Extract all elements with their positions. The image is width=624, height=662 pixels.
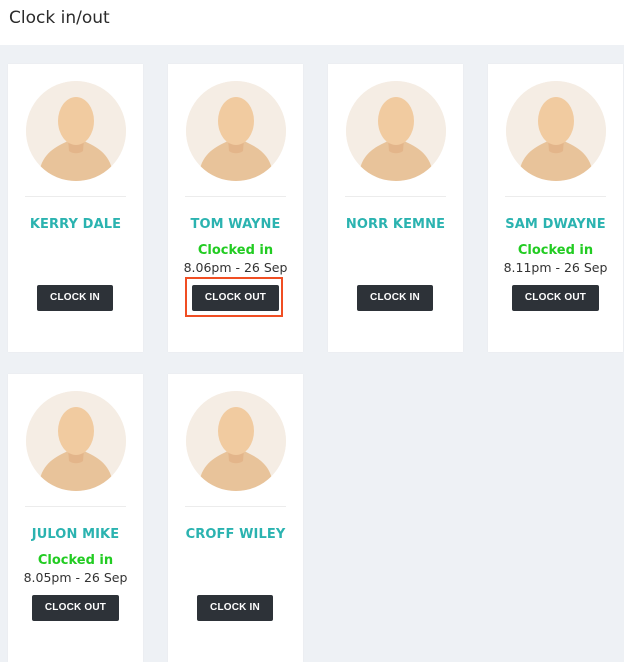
employee-card: SAM DWAYNE Clocked in 8.11pm - 26 Sep CL… [488, 64, 623, 352]
user-silhouette-icon [26, 81, 126, 181]
user-silhouette-icon [346, 81, 446, 181]
user-silhouette-icon [186, 81, 286, 181]
clock-out-button[interactable]: CLOCK OUT [512, 285, 599, 311]
divider [185, 196, 286, 197]
employee-name: SAM DWAYNE [505, 217, 606, 232]
clock-status: Clocked in [197, 243, 274, 258]
avatar [346, 81, 446, 181]
avatar [506, 81, 606, 181]
clock-in-button[interactable]: CLOCK IN [197, 595, 273, 621]
employee-name: JULON MIKE [31, 527, 120, 542]
clock-time: 8.11pm - 26 Sep [503, 260, 608, 275]
clock-out-button[interactable]: CLOCK OUT [192, 285, 279, 311]
clock-time: 8.06pm - 26 Sep [183, 260, 288, 275]
page-title: Clock in/out [9, 8, 110, 28]
employee-card: TOM WAYNE Clocked in 8.06pm - 26 Sep CLO… [168, 64, 303, 352]
page-header: Clock in/out [0, 0, 624, 45]
employee-name: NORR KEMNE [345, 217, 446, 232]
divider [345, 196, 446, 197]
divider [25, 196, 126, 197]
divider [505, 196, 606, 197]
user-silhouette-icon [186, 391, 286, 491]
avatar [26, 81, 126, 181]
clock-in-button[interactable]: CLOCK IN [37, 285, 113, 311]
clock-status: Clocked in [37, 553, 114, 568]
clock-in-button[interactable]: CLOCK IN [357, 285, 433, 311]
employee-card: JULON MIKE Clocked in 8.05pm - 26 Sep CL… [8, 374, 143, 662]
avatar [186, 391, 286, 491]
employee-name: TOM WAYNE [190, 217, 281, 232]
clock-out-button[interactable]: CLOCK OUT [32, 595, 119, 621]
employee-card: KERRY DALE CLOCK IN [8, 64, 143, 352]
divider [185, 506, 286, 507]
employee-card: CROFF WILEY CLOCK IN [168, 374, 303, 662]
employee-card: NORR KEMNE CLOCK IN [328, 64, 463, 352]
clock-status: Clocked in [517, 243, 594, 258]
divider [25, 506, 126, 507]
clock-time: 8.05pm - 26 Sep [23, 570, 128, 585]
user-silhouette-icon [506, 81, 606, 181]
avatar [186, 81, 286, 181]
employee-name: CROFF WILEY [185, 527, 286, 542]
user-silhouette-icon [26, 391, 126, 491]
avatar [26, 391, 126, 491]
employee-name: KERRY DALE [29, 217, 122, 232]
